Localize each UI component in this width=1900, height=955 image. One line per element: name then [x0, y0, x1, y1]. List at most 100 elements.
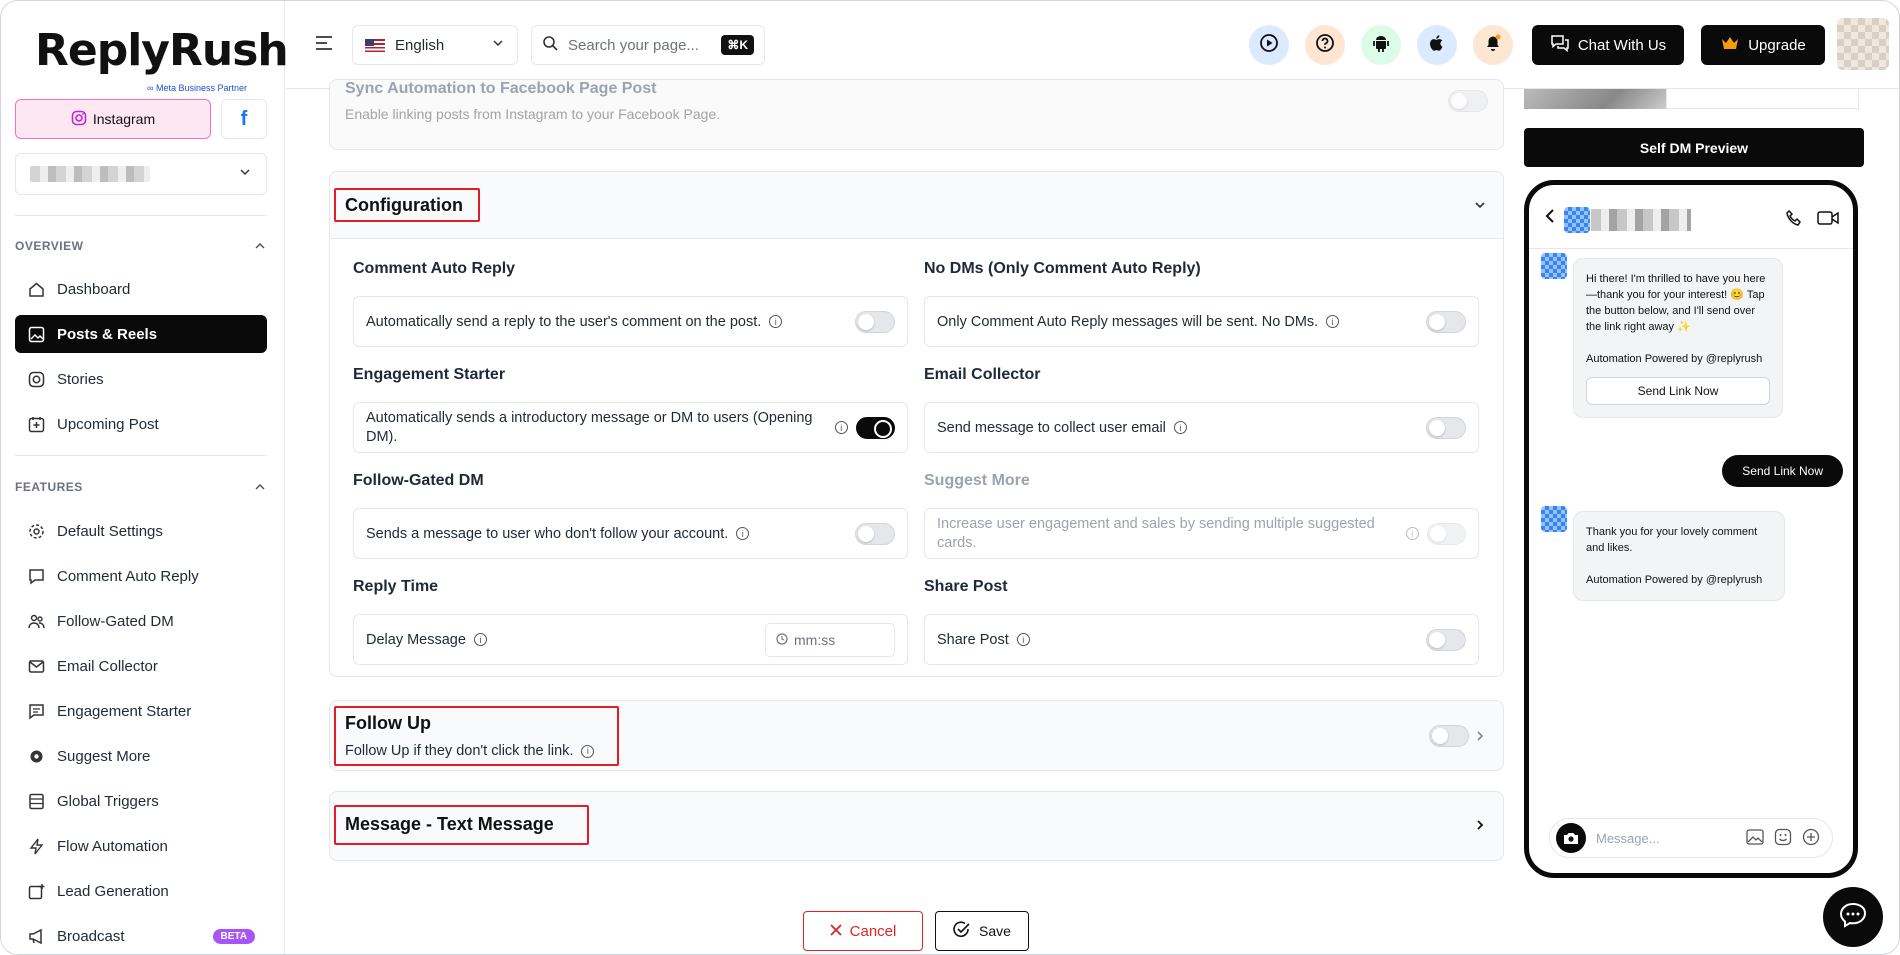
- account-select[interactable]: [15, 153, 267, 195]
- info-icon[interactable]: i: [1326, 315, 1340, 328]
- menu-icon[interactable]: [314, 35, 334, 56]
- sidebar-item-upcoming-post[interactable]: Upcoming Post: [15, 405, 267, 443]
- comment-auto-reply-text: Automatically send a reply to the user's…: [366, 313, 762, 330]
- engagement-starter-field: Automatically sends a introductory messa…: [353, 402, 908, 453]
- support-chat-button[interactable]: [1823, 887, 1883, 947]
- no-dms-label: No DMs (Only Comment Auto Reply): [924, 260, 1201, 277]
- info-icon[interactable]: i: [1173, 421, 1187, 434]
- follow-up-card[interactable]: Follow Up Follow Up if they don't click …: [329, 700, 1504, 771]
- sidebar: ReplyRush ∞ Meta Business Partner Instag…: [1, 1, 289, 954]
- message-footer: Automation Powered by @replyrush: [1586, 574, 1763, 586]
- instagram-tab[interactable]: Instagram: [15, 99, 211, 139]
- follow-up-toggle[interactable]: [1429, 725, 1469, 747]
- instagram-icon: [71, 110, 87, 129]
- message-card[interactable]: Message - Text Message: [329, 791, 1504, 861]
- post-image: [1524, 89, 1666, 109]
- sidebar-item-posts-reels[interactable]: Posts & Reels: [15, 315, 267, 353]
- chevron-right-icon[interactable]: [1473, 729, 1487, 746]
- message-bubble: Hi there! I'm thrilled to have you here—…: [1573, 258, 1783, 418]
- configuration-header[interactable]: Configuration: [330, 172, 1503, 239]
- features-section-toggle[interactable]: FEATURES: [15, 480, 267, 497]
- search-icon: [542, 35, 558, 55]
- sidebar-item-label: Stories: [57, 370, 104, 388]
- share-post-toggle[interactable]: [1426, 628, 1466, 651]
- add-circle-icon[interactable]: [1802, 828, 1820, 849]
- back-arrow-icon[interactable]: [1545, 209, 1555, 228]
- sidebar-item-stories[interactable]: Stories: [15, 360, 267, 398]
- engagement-starter-text: Automatically sends a introductory messa…: [366, 409, 813, 445]
- video-call-icon[interactable]: [1817, 210, 1839, 231]
- sidebar-item-broadcast[interactable]: Broadcast BETA: [15, 917, 267, 954]
- info-icon[interactable]: i: [736, 527, 750, 540]
- follow-gated-label: Follow-Gated DM: [353, 472, 484, 489]
- sync-toggle[interactable]: [1448, 90, 1488, 112]
- language-select[interactable]: English: [352, 25, 518, 65]
- clock-icon: [776, 632, 788, 648]
- chevron-right-icon[interactable]: [1473, 818, 1487, 835]
- comment-auto-reply-toggle[interactable]: [855, 310, 895, 333]
- language-value: English: [395, 36, 445, 54]
- sidebar-item-email-collector[interactable]: Email Collector: [15, 647, 267, 685]
- gallery-icon[interactable]: [1746, 828, 1764, 848]
- message-bubble: Thank you for your lovely comment and li…: [1573, 511, 1785, 601]
- android-app-button[interactable]: [1361, 25, 1401, 65]
- sidebar-item-comment-auto-reply[interactable]: Comment Auto Reply: [15, 557, 267, 595]
- info-icon[interactable]: i: [1405, 527, 1419, 540]
- sidebar-item-lead-generation[interactable]: Lead Generation: [15, 872, 267, 910]
- sidebar-item-label: Lead Generation: [57, 882, 169, 900]
- delay-time-input[interactable]: mm:ss: [765, 622, 895, 657]
- divider: [15, 215, 267, 216]
- sidebar-item-engagement-starter[interactable]: Engagement Starter: [15, 692, 267, 730]
- engagement-starter-label: Engagement Starter: [353, 366, 506, 383]
- info-icon[interactable]: i: [581, 744, 595, 758]
- self-dm-preview-button[interactable]: Self DM Preview: [1524, 128, 1864, 167]
- info-icon[interactable]: i: [769, 315, 783, 328]
- beta-badge: BETA: [212, 928, 255, 944]
- send-link-now-button[interactable]: Send Link Now: [1586, 377, 1770, 405]
- sticker-icon[interactable]: [1774, 828, 1792, 849]
- notifications-button[interactable]: [1473, 25, 1513, 65]
- help-button[interactable]: [1305, 25, 1345, 65]
- follow-up-description-row: Follow Up if they don't click the link. …: [345, 743, 595, 759]
- upgrade-label: Upgrade: [1748, 36, 1806, 54]
- phone-icon[interactable]: [1785, 209, 1803, 232]
- facebook-tab[interactable]: f: [221, 99, 267, 139]
- follow-gated-toggle[interactable]: [855, 522, 895, 545]
- follow-gated-text: Sends a message to user who don't follow…: [366, 525, 729, 542]
- camera-icon[interactable]: [1556, 823, 1586, 853]
- overview-section-toggle[interactable]: OVERVIEW: [15, 239, 267, 256]
- suggest-more-toggle[interactable]: [1426, 522, 1466, 545]
- user-avatar[interactable]: [1837, 18, 1889, 70]
- engagement-starter-toggle[interactable]: [855, 416, 895, 439]
- sidebar-item-flow-automation[interactable]: Flow Automation: [15, 827, 267, 865]
- ios-app-button[interactable]: [1417, 25, 1457, 65]
- chat-with-us-button[interactable]: Chat With Us: [1532, 25, 1684, 65]
- brand-name: ReplyRush: [35, 25, 289, 76]
- search-input[interactable]: Search your page... ⌘K: [531, 25, 765, 65]
- home-icon: [27, 280, 45, 298]
- image-icon: [27, 325, 45, 343]
- sidebar-item-global-triggers[interactable]: Global Triggers: [15, 782, 267, 820]
- cancel-label: Cancel: [849, 922, 897, 940]
- sidebar-item-label: Follow-Gated DM: [57, 612, 174, 630]
- info-icon[interactable]: i: [473, 633, 487, 646]
- no-dms-toggle[interactable]: [1426, 310, 1466, 333]
- logo[interactable]: ReplyRush ∞ Meta Business Partner: [35, 25, 289, 93]
- info-icon[interactable]: i: [834, 421, 848, 434]
- cancel-button[interactable]: Cancel: [803, 911, 923, 951]
- upgrade-button[interactable]: Upgrade: [1701, 25, 1825, 65]
- email-collector-toggle[interactable]: [1426, 416, 1466, 439]
- sidebar-item-follow-gated-dm[interactable]: Follow-Gated DM: [15, 602, 267, 640]
- sidebar-item-dashboard[interactable]: Dashboard: [15, 270, 267, 308]
- save-button[interactable]: Save: [935, 911, 1029, 951]
- delay-time-placeholder: mm:ss: [794, 631, 836, 648]
- save-label: Save: [979, 923, 1011, 939]
- message-input[interactable]: Message...: [1549, 818, 1833, 858]
- sidebar-item-suggest-more[interactable]: Suggest More: [15, 737, 267, 775]
- share-post-field: Share Post i: [924, 614, 1479, 665]
- chevron-down-icon: [1473, 198, 1487, 215]
- video-tutorial-button[interactable]: [1249, 25, 1289, 65]
- chat-header: [1529, 185, 1853, 249]
- info-icon[interactable]: i: [1016, 633, 1030, 646]
- sidebar-item-default-settings[interactable]: Default Settings: [15, 512, 267, 550]
